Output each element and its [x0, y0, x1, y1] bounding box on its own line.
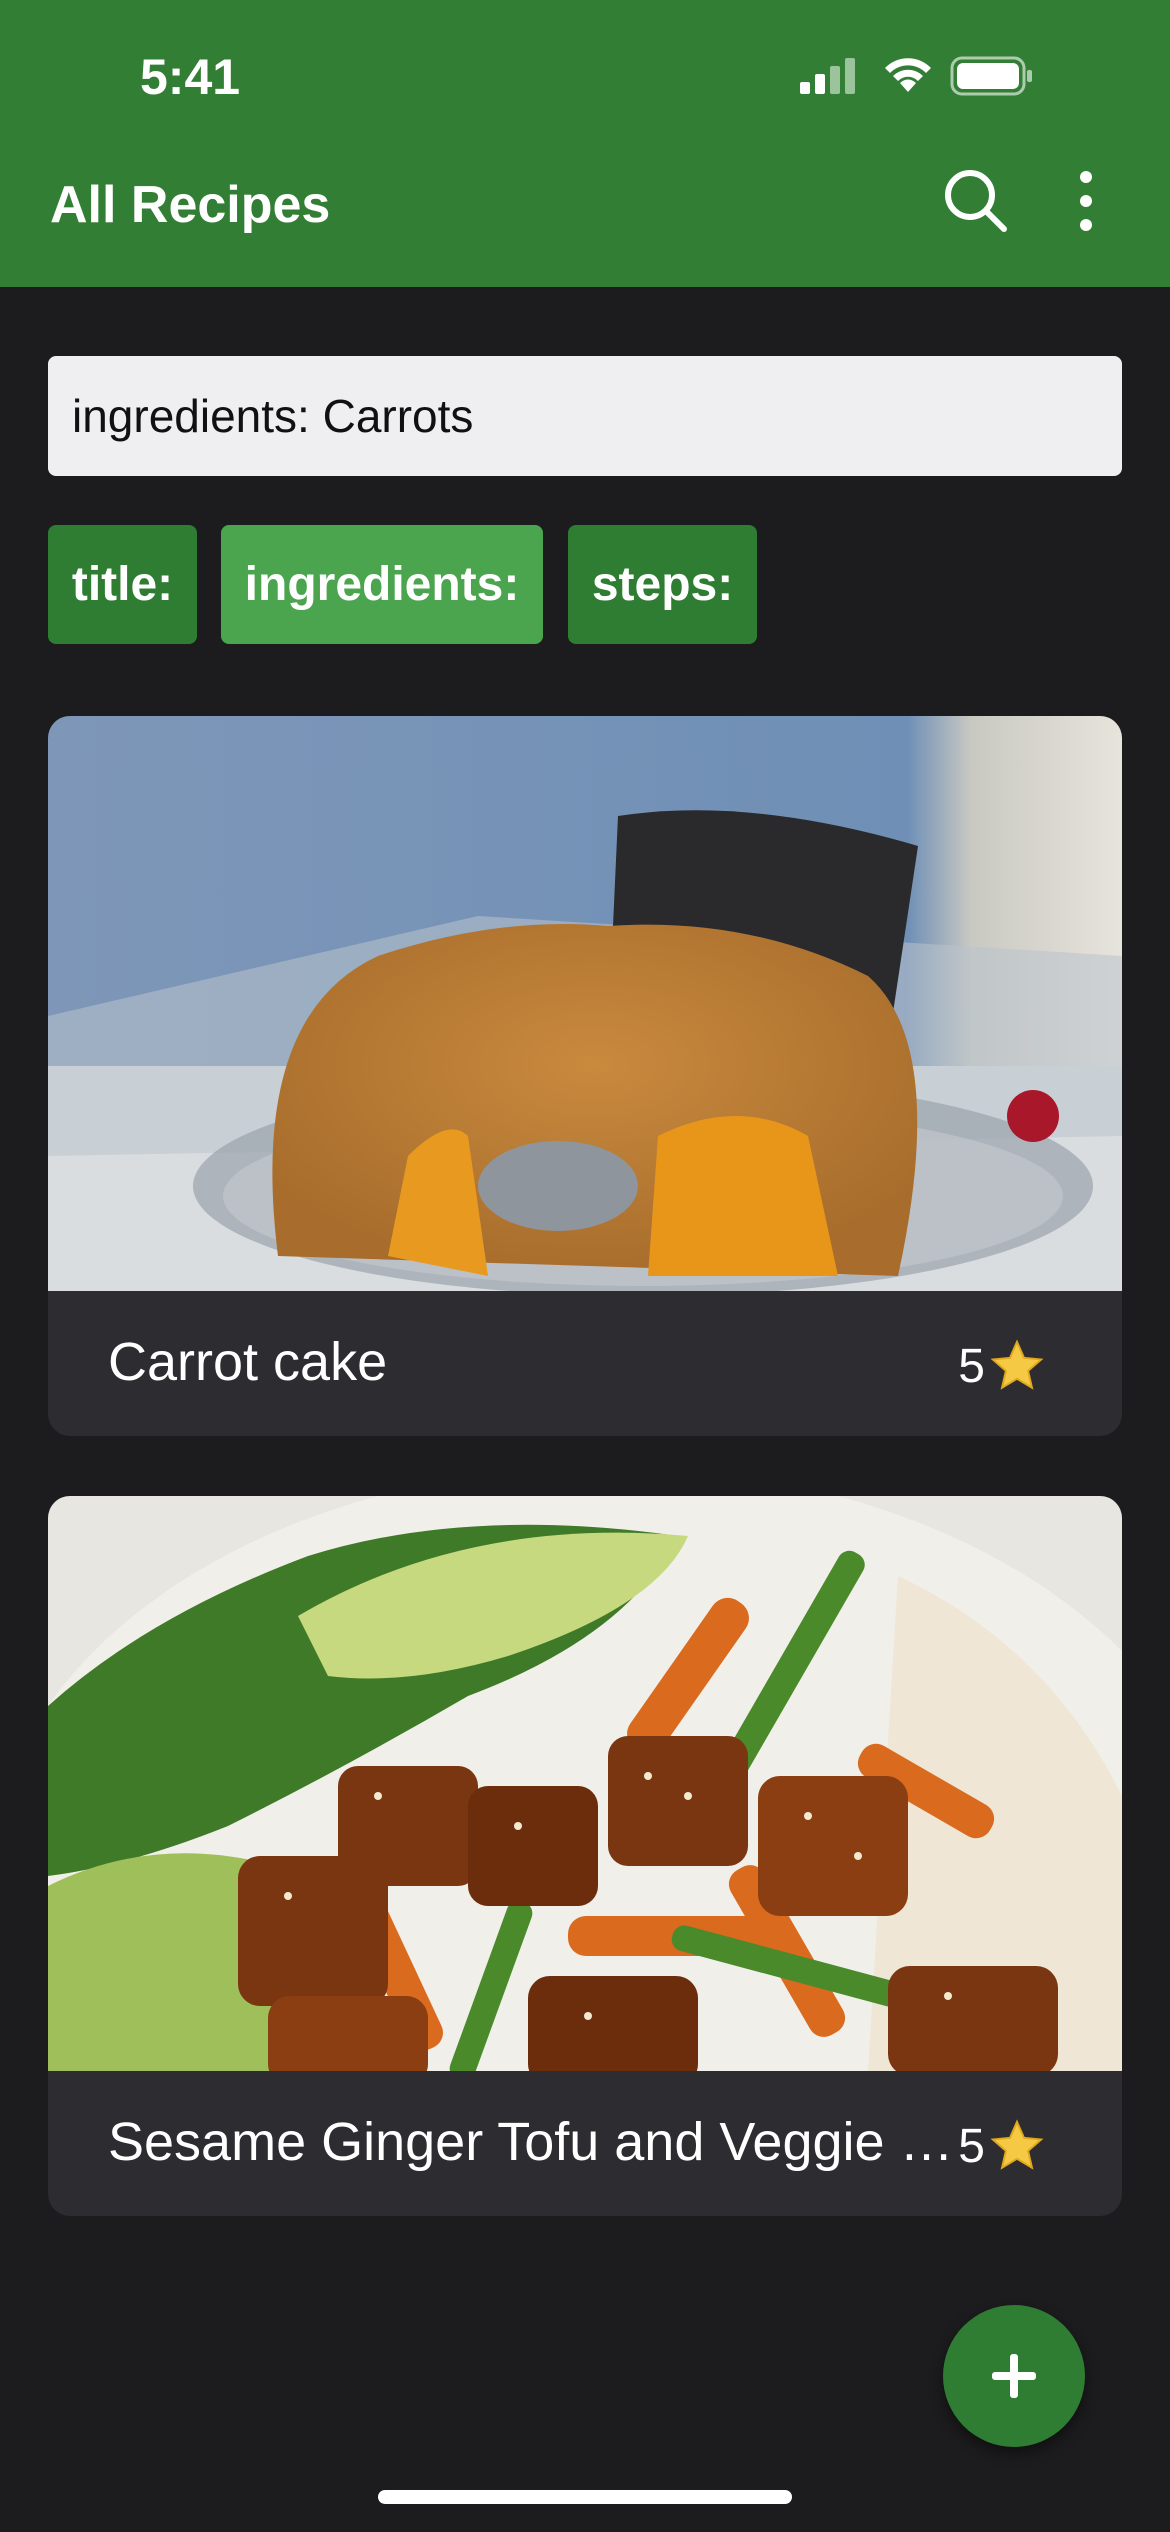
chip-ingredients[interactable]: ingredients:	[221, 525, 543, 644]
chip-steps-label: steps:	[591, 558, 734, 611]
recipe-image	[48, 716, 1122, 1291]
cellular-signal-icon	[800, 58, 855, 94]
star-icon	[990, 1339, 1044, 1390]
rating-value: 5	[958, 1339, 985, 1393]
app-header: 5:41 All Recipes	[0, 0, 1170, 287]
star-icon	[990, 2119, 1044, 2170]
chip-steps[interactable]: steps:	[568, 525, 757, 644]
recipe-card[interactable]: Carrot cake 5	[48, 716, 1122, 1436]
search-input-value: ingredients: Carrots	[72, 390, 474, 442]
rating-value: 5	[958, 2119, 985, 2173]
search-button[interactable]	[940, 165, 1012, 242]
wifi-icon	[885, 58, 931, 92]
chip-ingredients-label: ingredients:	[244, 558, 520, 611]
more-options-button[interactable]	[1060, 165, 1112, 242]
status-time: 5:41	[140, 49, 241, 105]
chip-title-label: title:	[71, 558, 174, 611]
add-recipe-button[interactable]	[943, 2305, 1085, 2447]
search-icon	[945, 170, 1007, 232]
add-icon	[992, 2354, 1036, 2398]
recipe-title: Sesame Ginger Tofu and Veggie Stir Fry	[108, 2112, 968, 2172]
recipe-rating: 5	[958, 2117, 1047, 2175]
recipe-image	[48, 1496, 1122, 2071]
page-title: All Recipes	[50, 176, 331, 234]
more-vert-icon	[1080, 171, 1092, 231]
battery-icon	[950, 56, 1032, 96]
recipe-card[interactable]: Sesame Ginger Tofu and Veggie Stir Fry 5	[48, 1496, 1122, 2216]
home-indicator[interactable]	[378, 2490, 792, 2504]
recipe-card-footer: Sesame Ginger Tofu and Veggie Stir Fry 5	[48, 2071, 1122, 2216]
recipe-rating: 5	[958, 1337, 1047, 1395]
chip-title[interactable]: title:	[48, 525, 197, 644]
search-input[interactable]: ingredients: Carrots	[48, 356, 1122, 476]
recipe-title: Carrot cake	[108, 1332, 388, 1392]
recipe-card-footer: Carrot cake 5	[48, 1291, 1122, 1436]
